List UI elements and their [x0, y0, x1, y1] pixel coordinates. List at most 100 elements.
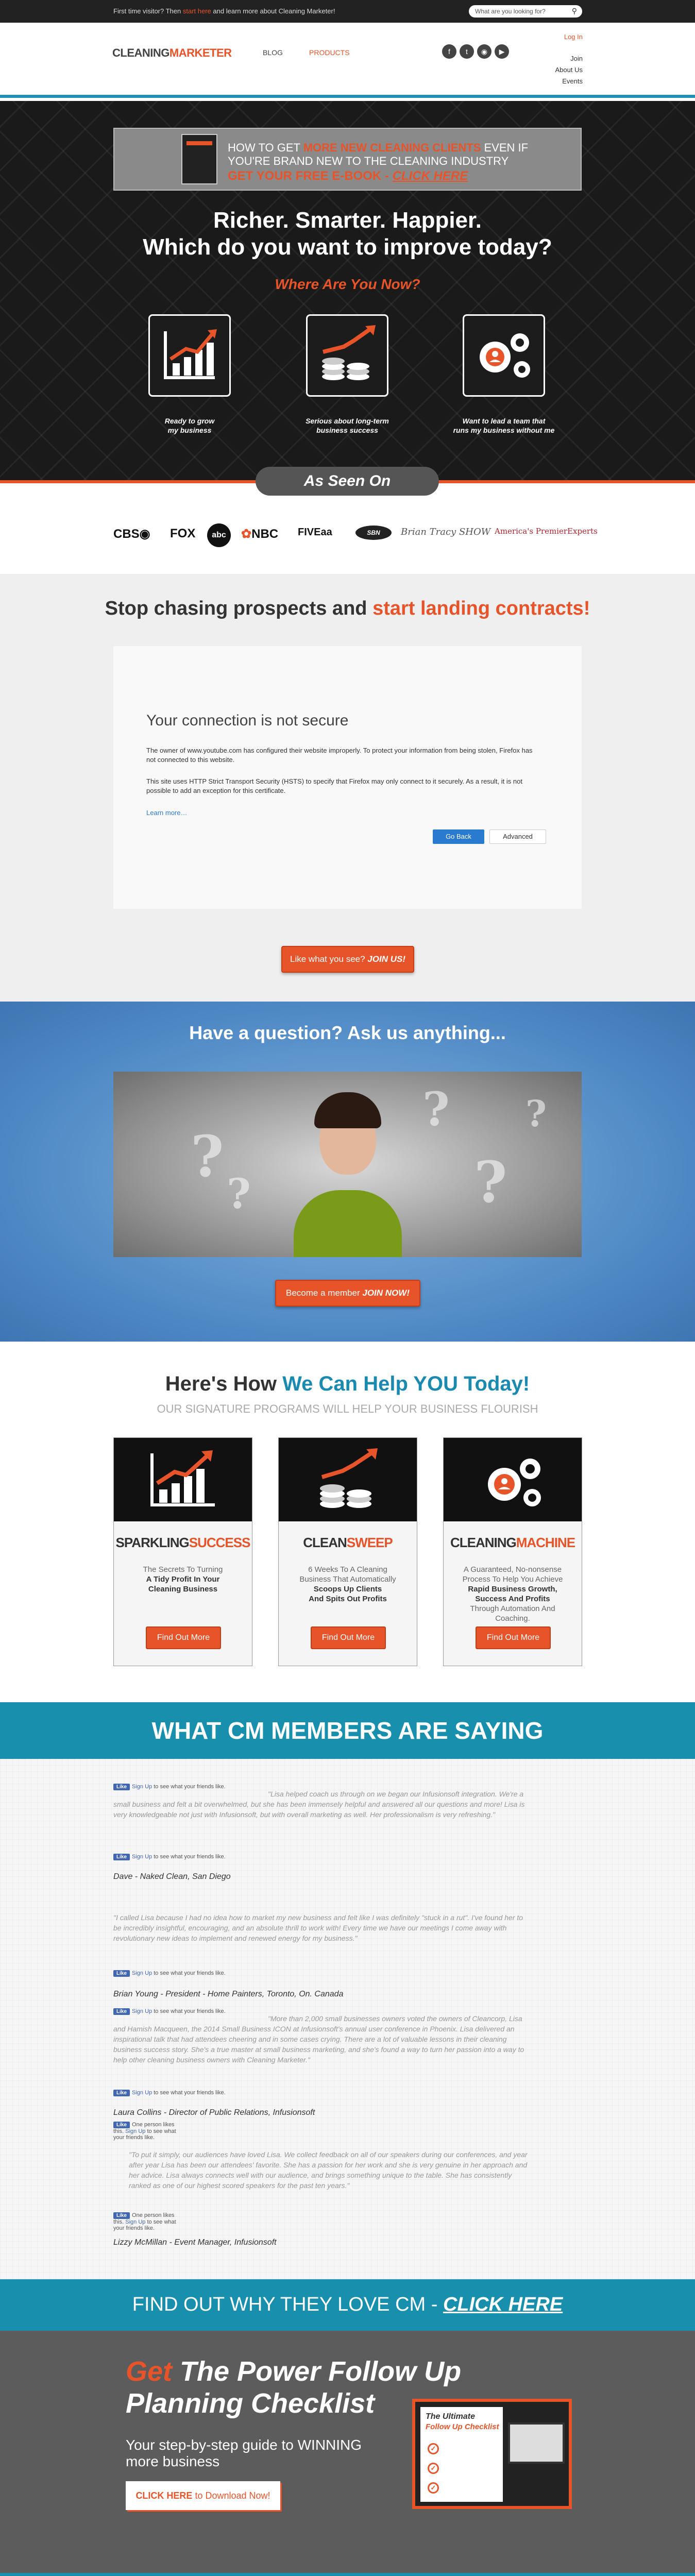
follow-up-checklist-section: Get The Power Follow Up Planning Checkli…: [0, 2331, 695, 2576]
find-out-banner: FIND OUT WHY THEY LOVE CM - CLICK HERE: [0, 2279, 695, 2331]
team-gears-icon: [488, 1459, 541, 1506]
program-title: SPARKLINGSUCCESS: [115, 1535, 251, 1550]
section-title: WHAT CM MEMBERS ARE SAYING: [151, 1717, 544, 1744]
site-logo[interactable]: CLEANINGMARKETER: [112, 46, 232, 60]
hero-section: HOW TO GET MORE NEW CLEANING CLIENTS EVE…: [0, 101, 695, 483]
facebook-like-widget[interactable]: Like One person likes this. Sign Up to se…: [113, 2212, 185, 2231]
checklist-preview-image: The Ultimate Follow Up Checklist ✓ ✓ ✓: [412, 2399, 572, 2509]
nav-products[interactable]: PRODUCTS: [309, 48, 350, 57]
love-cm-click-here-link[interactable]: CLICK HERE: [443, 2294, 563, 2315]
announcement-text: First time visitor? Then start here and …: [113, 7, 335, 15]
find-out-more-button[interactable]: Find Out More: [311, 1626, 386, 1649]
advanced-button[interactable]: Advanced: [489, 829, 546, 844]
program-image: [444, 1438, 582, 1521]
hero-headline: Richer. Smarter. Happier. Which do you w…: [143, 208, 552, 260]
go-back-button[interactable]: Go Back: [433, 829, 484, 844]
ask-question-section: Have a question? Ask us anything... ? ? …: [0, 1002, 695, 1342]
join-link[interactable]: Join: [570, 55, 583, 62]
facebook-like-widget[interactable]: Like Sign Up to see what your friends lik…: [113, 1970, 226, 1977]
section-divider: [0, 2573, 695, 2576]
question-mark-graphic: ?: [191, 1123, 224, 1190]
checkmark-icon: ✓: [428, 2443, 439, 2454]
testimonial-quote: "More than 2,000 small businesses owners…: [113, 2014, 524, 2064]
about-link[interactable]: About Us: [555, 66, 583, 74]
checklist-headline: Get The Power Follow Up Planning Checkli…: [126, 2356, 462, 2419]
checkmark-icon: ✓: [428, 2463, 439, 2474]
program-image: [114, 1438, 252, 1521]
nav-blog[interactable]: BLOG: [263, 48, 283, 57]
facebook-icon[interactable]: f: [442, 44, 456, 59]
program-image: [279, 1438, 417, 1521]
testimonials-header: WHAT CM MEMBERS ARE SAYING: [0, 1702, 695, 1759]
testimonials-section: Like Sign Up to see what your friends lik…: [0, 1759, 695, 2279]
ebook-banner[interactable]: HOW TO GET MORE NEW CLEANING CLIENTS EVE…: [113, 128, 582, 191]
twitter-icon[interactable]: t: [460, 44, 474, 59]
as-seen-on-badge: As Seen On: [256, 467, 439, 496]
media-logo-abc: abc: [207, 523, 231, 547]
join-now-button[interactable]: Become a member JOIN NOW!: [275, 1280, 420, 1307]
programs-section: Here's How We Can Help YOU Today! OUR SI…: [0, 1342, 695, 1702]
media-logo-brian-tracy: Brian Tracy SHOW: [401, 527, 491, 537]
top-announcement-bar: First time visitor? Then start here and …: [0, 0, 695, 23]
program-title: CLEANINGMACHINE: [450, 1535, 575, 1550]
media-logo-nbc: ✿NBC: [241, 527, 279, 541]
landing-contracts-section: Stop chasing prospects and start landing…: [0, 574, 695, 1002]
media-logo-cbs: CBS◉: [113, 527, 150, 541]
money-growth-icon: [322, 325, 376, 380]
option-grow-business[interactable]: [148, 314, 231, 397]
testimonial-author: Brian Young - President - Home Painters,…: [113, 1990, 344, 1998]
hero-subheadline: Where Are You Now?: [275, 276, 420, 292]
download-now-button[interactable]: CLICK HERE to Download Now!: [126, 2481, 280, 2510]
start-here-link[interactable]: start here: [183, 7, 211, 15]
youtube-icon[interactable]: ▶: [495, 44, 509, 59]
checkmark-icon: ✓: [428, 2482, 439, 2494]
section-title: Have a question? Ask us anything...: [189, 1022, 506, 1043]
money-growth-icon: [320, 1448, 378, 1508]
facebook-like-widget[interactable]: Like Sign Up to see what your friends lik…: [113, 2090, 226, 2096]
facebook-like-widget[interactable]: Like One person likes this. Sign Up to se…: [113, 2122, 185, 2141]
option-lead-team[interactable]: [463, 314, 545, 397]
laptop-graphic: [508, 2422, 565, 2464]
section-title: Stop chasing prospects and start landing…: [105, 598, 590, 619]
embedded-video-error: Your connection is not secure The owner …: [113, 646, 582, 909]
testimonial-quote: "I called Lisa because I had no idea how…: [113, 1913, 523, 1942]
ebook-click-here-link[interactable]: CLICK HERE: [393, 169, 468, 183]
events-link[interactable]: Events: [562, 77, 583, 85]
growth-chart-icon: [150, 1450, 215, 1506]
site-header: CLEANINGMARKETER BLOG PRODUCTS f t ◉ ▶ L…: [0, 23, 695, 98]
media-logo-fiveaa: FIVEaa: [298, 527, 332, 538]
login-link[interactable]: Log In: [564, 33, 583, 41]
program-title: CLEANSWEEP: [303, 1535, 393, 1550]
section-subtitle: OUR SIGNATURE PROGRAMS WILL HELP YOUR BU…: [157, 1402, 538, 1415]
facebook-like-widget[interactable]: Like Sign Up to see what your friends lik…: [113, 1854, 226, 1860]
thinking-woman-image: ? ? ? ? ?: [113, 1072, 582, 1257]
search-icon[interactable]: ⚲: [572, 7, 577, 15]
testimonial-author: Lizzy McMillan - Event Manager, Infusion…: [113, 2238, 277, 2247]
testimonial-author: Laura Collins - Director of Public Relat…: [113, 2108, 315, 2117]
join-us-button[interactable]: Like what you see? JOIN US!: [281, 946, 414, 973]
testimonial-quote: "Lisa helped coach us through on we bega…: [113, 1790, 525, 1819]
learn-more-link[interactable]: Learn more…: [146, 809, 187, 817]
search-input[interactable]: What are you looking for? ⚲: [469, 5, 582, 18]
media-logo-premier-experts: America's PremierExperts: [495, 527, 598, 536]
media-logo-fox: FOX: [170, 527, 196, 540]
option-long-term-success[interactable]: [306, 314, 388, 397]
growth-chart-icon: [164, 329, 217, 379]
testimonial-quote: "To put it simply, our audiences have lo…: [129, 2150, 528, 2190]
program-description: The Secrets To Turning A Tidy Profit In …: [143, 1565, 223, 1594]
instagram-icon[interactable]: ◉: [477, 44, 491, 59]
person-shirt: [294, 1190, 402, 1257]
program-description: A Guaranteed, No-nonsense Process To Hel…: [462, 1565, 563, 1623]
program-card-clean-sweep: CLEANSWEEP 6 Weeks To A Cleaning Busines…: [278, 1437, 417, 1666]
find-out-more-button[interactable]: Find Out More: [476, 1626, 551, 1649]
team-gears-icon: [480, 333, 530, 378]
video-error-heading: Your connection is not secure: [146, 712, 349, 729]
media-logo-sbn: SBN: [355, 526, 392, 540]
ebook-cover-image: [181, 134, 217, 184]
person-hair: [314, 1092, 381, 1128]
find-out-more-button[interactable]: Find Out More: [146, 1626, 221, 1649]
program-card-sparkling-success: SPARKLINGSUCCESS The Secrets To Turning …: [113, 1437, 252, 1666]
section-title: Here's How We Can Help YOU Today!: [165, 1372, 530, 1395]
program-card-cleaning-machine: CLEANINGMACHINE A Guaranteed, No-nonsens…: [443, 1437, 582, 1666]
program-description: 6 Weeks To A Cleaning Business That Auto…: [299, 1565, 396, 1603]
